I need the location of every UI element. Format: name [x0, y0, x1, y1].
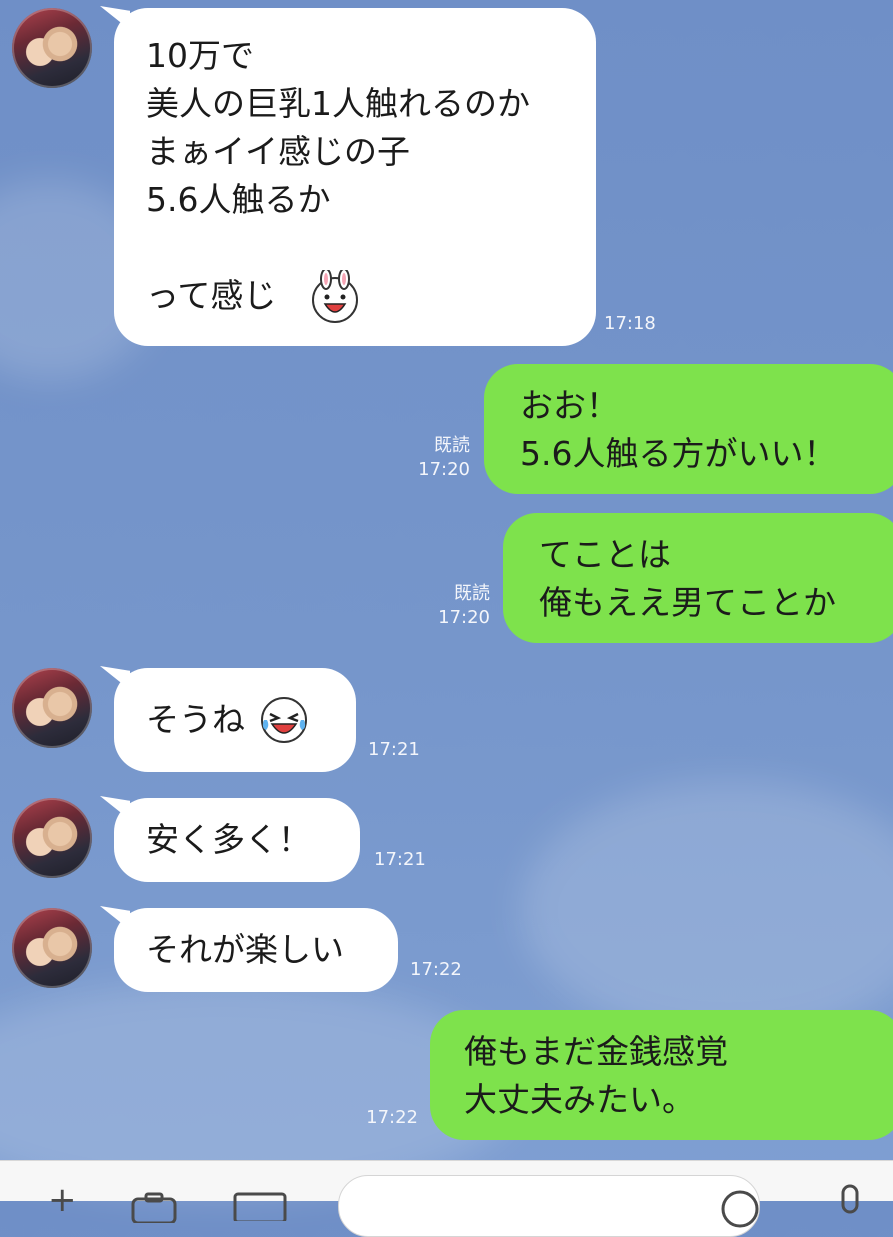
message-bubble-outgoing[interactable]: 俺もまだ金銭感覚 大丈夫みたい。 [430, 1010, 893, 1140]
message-bubble-incoming[interactable]: 10万で 美人の巨乳1人触れるのか まぁイイ感じの子 5.6人触るか って感じ [114, 8, 596, 346]
message-time: 17:22 [366, 1107, 418, 1128]
message-text: 俺もまだ金銭感覚 大丈夫みたい。 [464, 1032, 728, 1119]
bunny-face-icon [312, 270, 358, 323]
smile-icon[interactable] [720, 1189, 760, 1229]
message-bubble-incoming[interactable]: 安く多く！ [114, 798, 360, 882]
avatar[interactable] [12, 908, 92, 988]
plus-icon[interactable]: + [48, 1183, 77, 1217]
avatar[interactable] [12, 798, 92, 878]
message-text: 安く多く！ [146, 820, 311, 859]
message-composer: + [0, 1160, 893, 1237]
message-meta: 既読 17:20 [420, 582, 490, 630]
image-icon[interactable] [232, 1191, 288, 1221]
message-time: 17:18 [604, 313, 656, 334]
message-bubble-outgoing[interactable]: おお！ 5.6人触る方がいい！ [484, 364, 893, 494]
message-text: おお！ 5.6人触る方がいい！ [520, 386, 837, 473]
message-bubble-incoming[interactable]: そうね [114, 668, 356, 772]
message-text: てことは 俺もええ男てことか [539, 535, 836, 622]
chat-area[interactable]: 10万で 美人の巨乳1人触れるのか まぁイイ感じの子 5.6人触るか って感じ … [0, 0, 893, 1160]
microphone-icon[interactable] [836, 1183, 864, 1223]
read-receipt: 既読 [434, 435, 470, 456]
laughing-crying-face-icon [261, 697, 307, 743]
avatar[interactable] [12, 8, 92, 88]
message-bubble-incoming[interactable]: それが楽しい [114, 908, 398, 992]
message-time: 17:21 [368, 739, 420, 760]
message-text: それが楽しい [146, 930, 344, 969]
read-receipt: 既読 [454, 583, 490, 604]
camera-icon[interactable] [130, 1191, 178, 1223]
message-time: 17:21 [374, 849, 426, 870]
message-bubble-outgoing[interactable]: てことは 俺もええ男てことか [503, 513, 893, 643]
avatar[interactable] [12, 668, 92, 748]
message-time: 17:20 [438, 607, 490, 628]
message-meta: 既読 17:20 [400, 434, 470, 482]
message-time: 17:20 [418, 459, 470, 480]
message-input[interactable] [338, 1175, 760, 1237]
message-time: 17:22 [410, 959, 462, 980]
message-text: そうね [146, 700, 245, 739]
